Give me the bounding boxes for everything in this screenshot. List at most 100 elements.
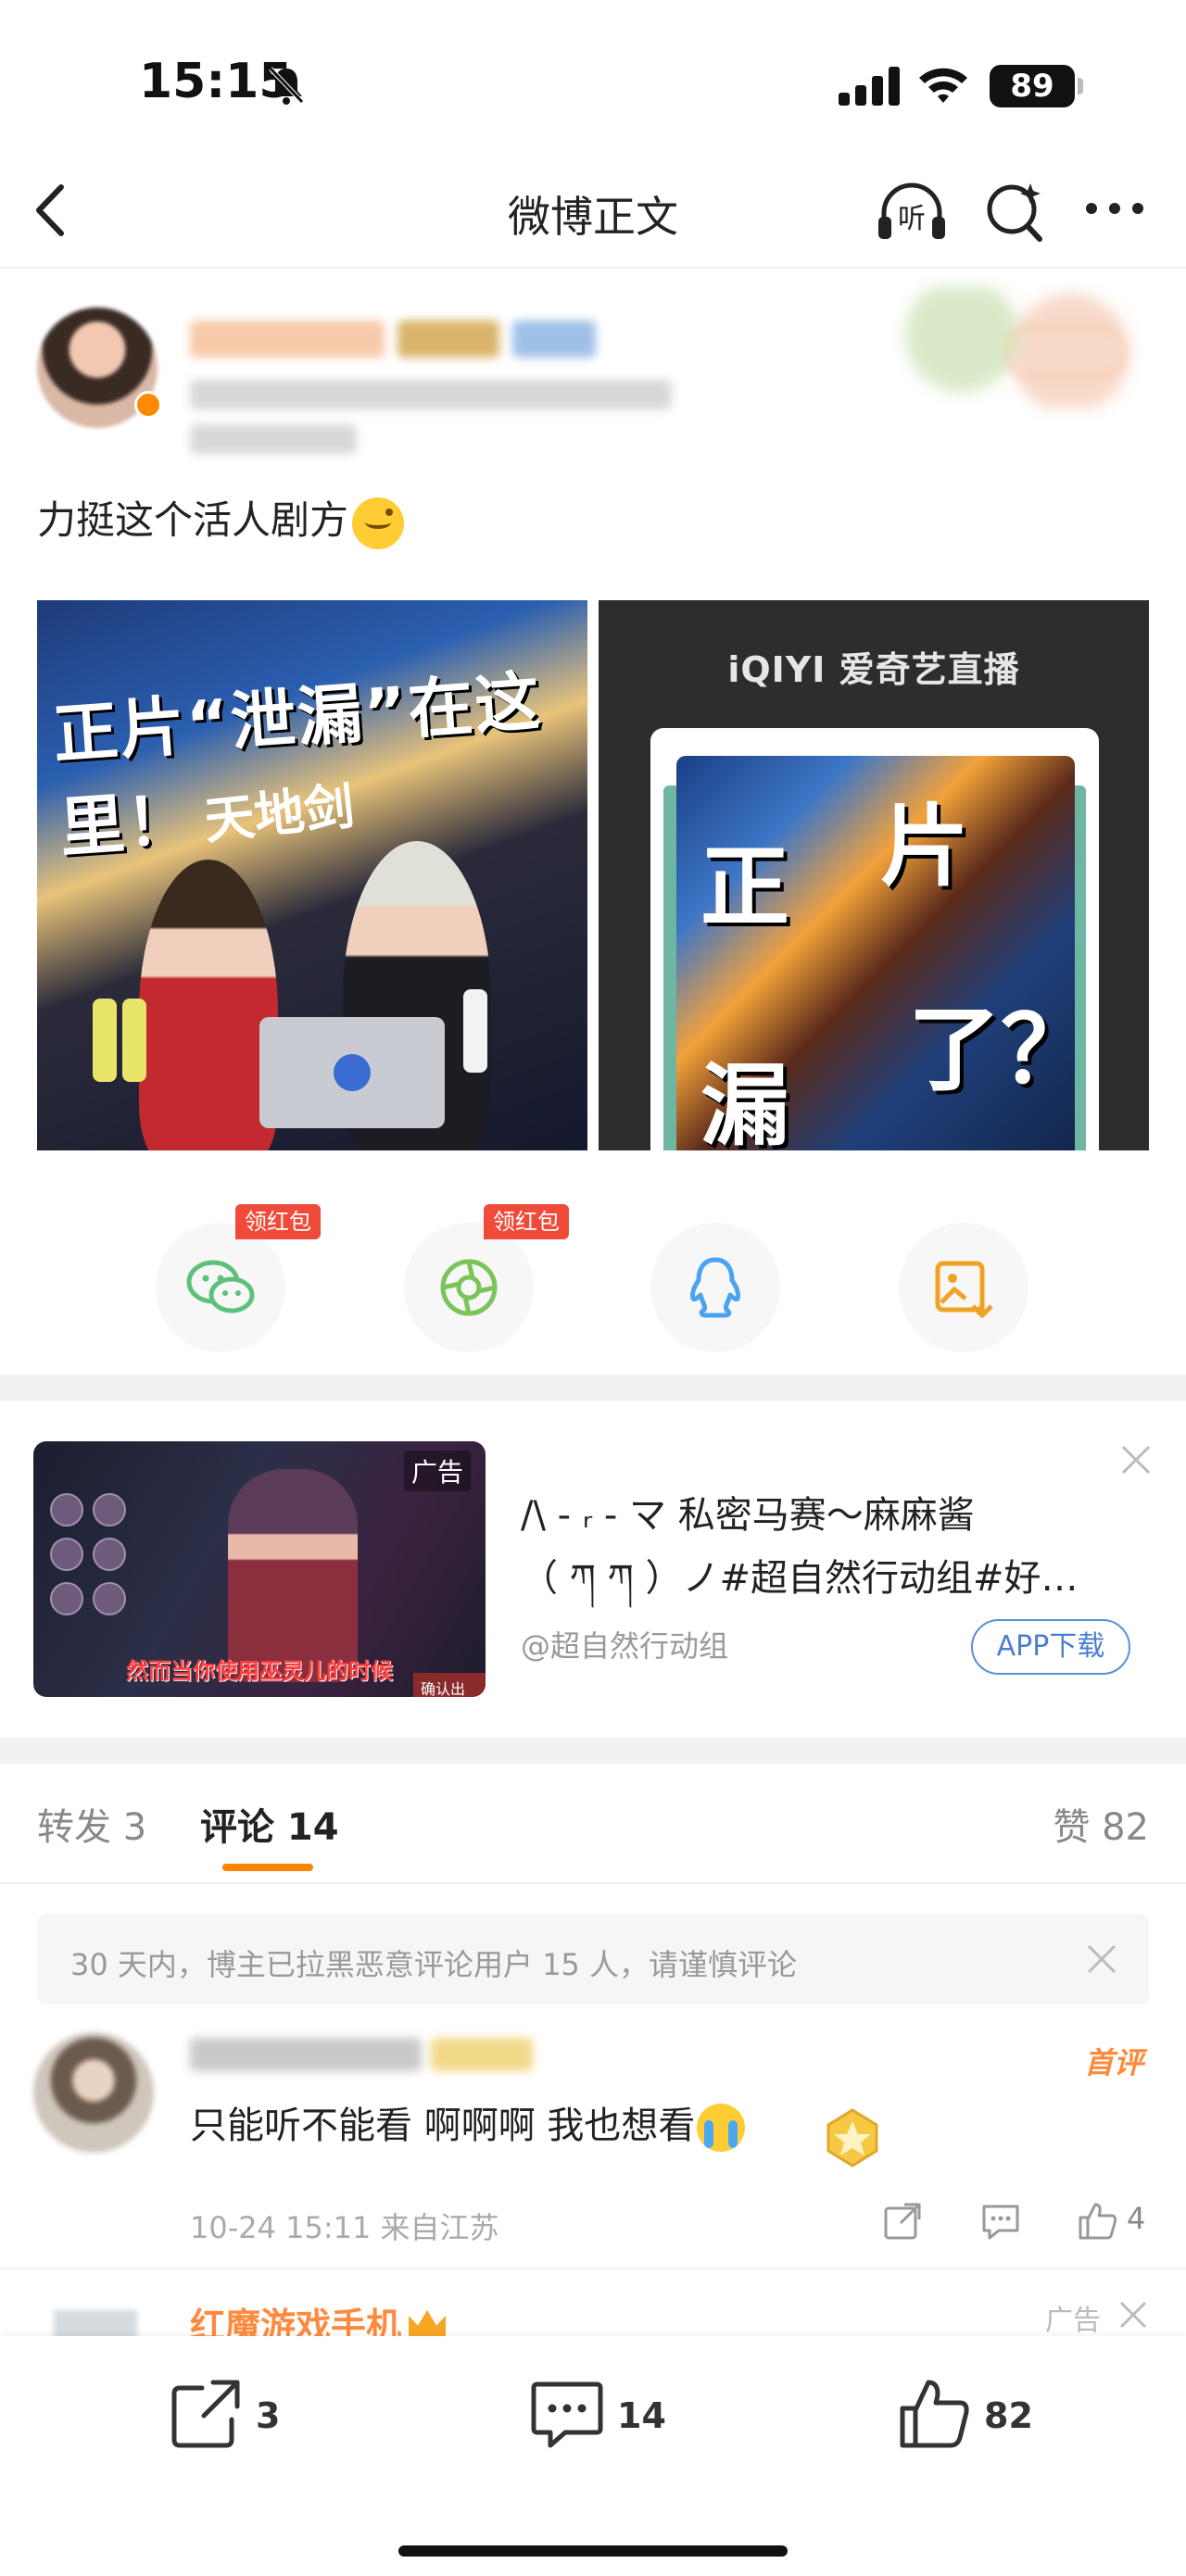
- share-wechat-button[interactable]: [156, 1223, 285, 1352]
- sponsored-commenter-name[interactable]: 红魔游戏手机: [190, 2297, 447, 2336]
- author-name-redacted[interactable]: [190, 320, 596, 358]
- image-1-subtitle: 天地剑: [201, 776, 358, 851]
- repost-button[interactable]: 3: [167, 2375, 306, 2458]
- crying-emoji-icon: [697, 2104, 746, 2152]
- commenter-avatar[interactable]: [33, 2032, 154, 2153]
- post-text: 力挺这个活人剧方: [37, 489, 405, 549]
- post-image-1[interactable]: 正片“泄漏”在这里！ 天地剑: [37, 600, 587, 1150]
- battery-tip: [1078, 78, 1083, 94]
- nav-bar: 微博正文 听: [0, 157, 1186, 269]
- home-indicator: [398, 2545, 788, 2557]
- bottle: [463, 989, 487, 1073]
- verified-badge: [134, 391, 162, 419]
- medal-icon: [826, 2108, 878, 2168]
- like-count: 82: [984, 2395, 1033, 2436]
- poster-char: 片: [880, 795, 969, 898]
- close-icon[interactable]: [1084, 1941, 1119, 1977]
- svg-text:听: 听: [898, 203, 926, 235]
- host-left-figure: [139, 860, 278, 1150]
- signal-icon: [839, 67, 900, 106]
- smile-emoji-icon: [352, 496, 405, 549]
- save-image-icon: [935, 1261, 993, 1319]
- comment-like-count: 4: [1127, 2201, 1146, 2236]
- poster-art: 正 片 漏 了？: [676, 756, 1075, 1150]
- comment-text-content: 只能听不能看 啊啊啊 我也想看: [190, 2105, 696, 2147]
- character-thumb: [93, 1538, 126, 1571]
- bell-muted-icon: [269, 67, 304, 105]
- character-thumb: [93, 1493, 126, 1527]
- listen-icon[interactable]: 听: [875, 178, 949, 245]
- ad-source[interactable]: @超自然行动组: [521, 1623, 728, 1665]
- commenter-avatar[interactable]: [54, 2310, 137, 2336]
- like-icon: [900, 2380, 969, 2448]
- post: 力挺这个活人剧方 正片“泄漏”在这里！ 天地剑 iQIYI 爱奇艺直播 正 片 …: [0, 269, 1186, 1371]
- bottle: [93, 999, 117, 1082]
- ad-character: [228, 1469, 358, 1682]
- poster-char: 漏: [700, 1054, 789, 1150]
- share-comment-icon[interactable]: [880, 2199, 925, 2243]
- ad-title-line: /\ - ᵣ - マ 私密马赛～麻麻酱: [521, 1494, 975, 1537]
- tab-repost[interactable]: 转发 3: [37, 1797, 146, 1851]
- post-image-2[interactable]: iQIYI 爱奇艺直播 正 片 漏 了？: [599, 600, 1149, 1150]
- active-tab-indicator: [222, 1864, 313, 1871]
- ad-label: 广告: [1045, 2305, 1101, 2336]
- ad-confirm-label: 确认出勤: [413, 1673, 486, 1697]
- follow-button[interactable]: [1005, 326, 1126, 378]
- bottom-action-bar: 3 14 82: [0, 2336, 1186, 2576]
- like-icon[interactable]: [1075, 2199, 1119, 2243]
- ad-badge: 广告: [404, 1451, 472, 1491]
- comment-text: 只能听不能看 啊啊啊 我也想看: [190, 2095, 746, 2152]
- moments-icon: [440, 1259, 498, 1316]
- bottle: [122, 999, 146, 1082]
- character-thumb: [50, 1493, 83, 1527]
- tab-comment[interactable]: 评论 14: [200, 1797, 339, 1851]
- section-divider: [0, 1738, 1186, 1764]
- share-row: 领红包 领红包: [0, 1204, 1186, 1371]
- character-thumb: [50, 1538, 83, 1571]
- comment-tabs: 转发 3 评论 14 赞 82: [0, 1764, 1186, 1884]
- tab-like[interactable]: 赞 82: [1053, 1797, 1149, 1851]
- sponsored-comment: 红魔游戏手机 广告: [0, 2271, 1186, 2336]
- blocklist-notice: 30 天内，博主已拉黑恶意评论用户 15 人，请谨慎评论: [37, 1914, 1149, 2004]
- more-icon[interactable]: [1082, 195, 1147, 222]
- close-icon[interactable]: [1117, 2299, 1149, 2331]
- comment-count: 14: [617, 2395, 666, 2436]
- red-packet-tag: 领红包: [484, 1204, 569, 1239]
- ad-title-line: （ ཀ ཀ ）ノ#超自然行动组#好…: [521, 1557, 1079, 1600]
- iqiyi-logo: iQIYI 爱奇艺直播: [727, 649, 1020, 690]
- comment-item: 首评 只能听不能看 啊啊啊 我也想看 10-24 15:11 来自江苏 4: [0, 2029, 1186, 2269]
- qq-icon: [690, 1257, 740, 1318]
- repost-count: 3: [256, 2395, 281, 2436]
- comment-actions: 4: [880, 2195, 1158, 2247]
- ad-card[interactable]: 广告 然而当你使用巫灵儿的时候 确认出勤 /\ - ᵣ - マ 私密马赛～麻麻酱…: [0, 1401, 1186, 1738]
- post-meta-redacted: [190, 380, 672, 409]
- post-source-redacted: [190, 424, 357, 454]
- share-moments-button[interactable]: [404, 1223, 534, 1352]
- comment-meta: 10-24 15:11 来自江苏: [190, 2210, 499, 2245]
- wechat-icon: [186, 1260, 255, 1313]
- ad-image[interactable]: 广告 然而当你使用巫灵儿的时候 确认出勤: [33, 1441, 486, 1697]
- app-download-button[interactable]: APP下载: [971, 1619, 1130, 1675]
- repost-icon: [171, 2380, 240, 2448]
- reply-icon[interactable]: [978, 2199, 1023, 2243]
- crown-icon: [409, 2310, 447, 2336]
- comment-icon: [531, 2381, 603, 2448]
- comment-button[interactable]: 14: [528, 2375, 686, 2458]
- first-comment-badge: 首评: [1083, 2045, 1143, 2080]
- character-thumb: [50, 1582, 83, 1615]
- poster-char: 正: [700, 836, 789, 939]
- share-qq-button[interactable]: [650, 1223, 780, 1352]
- sponsored-commenter-name-text: 红魔游戏手机: [190, 2306, 402, 2336]
- wifi-icon: [919, 68, 967, 103]
- commenter-name-redacted[interactable]: [190, 2038, 533, 2071]
- laptop: [259, 1017, 445, 1128]
- search-icon[interactable]: [982, 178, 1047, 245]
- close-icon[interactable]: [1117, 1441, 1154, 1478]
- ad-title[interactable]: /\ - ᵣ - マ 私密马赛～麻麻酱 （ ཀ ཀ ）ノ#超自然行动组#好…: [521, 1484, 1123, 1610]
- ad-caption: 然而当你使用巫灵儿的时候: [126, 1658, 393, 1684]
- like-button[interactable]: 82: [895, 2375, 1053, 2458]
- notice-text: 30 天内，博主已拉黑恶意评论用户 15 人，请谨慎评论: [70, 1947, 797, 1982]
- post-text-content: 力挺这个活人剧方: [37, 497, 349, 543]
- poster-char: 了？: [908, 996, 1075, 1104]
- save-image-button[interactable]: [899, 1223, 1028, 1352]
